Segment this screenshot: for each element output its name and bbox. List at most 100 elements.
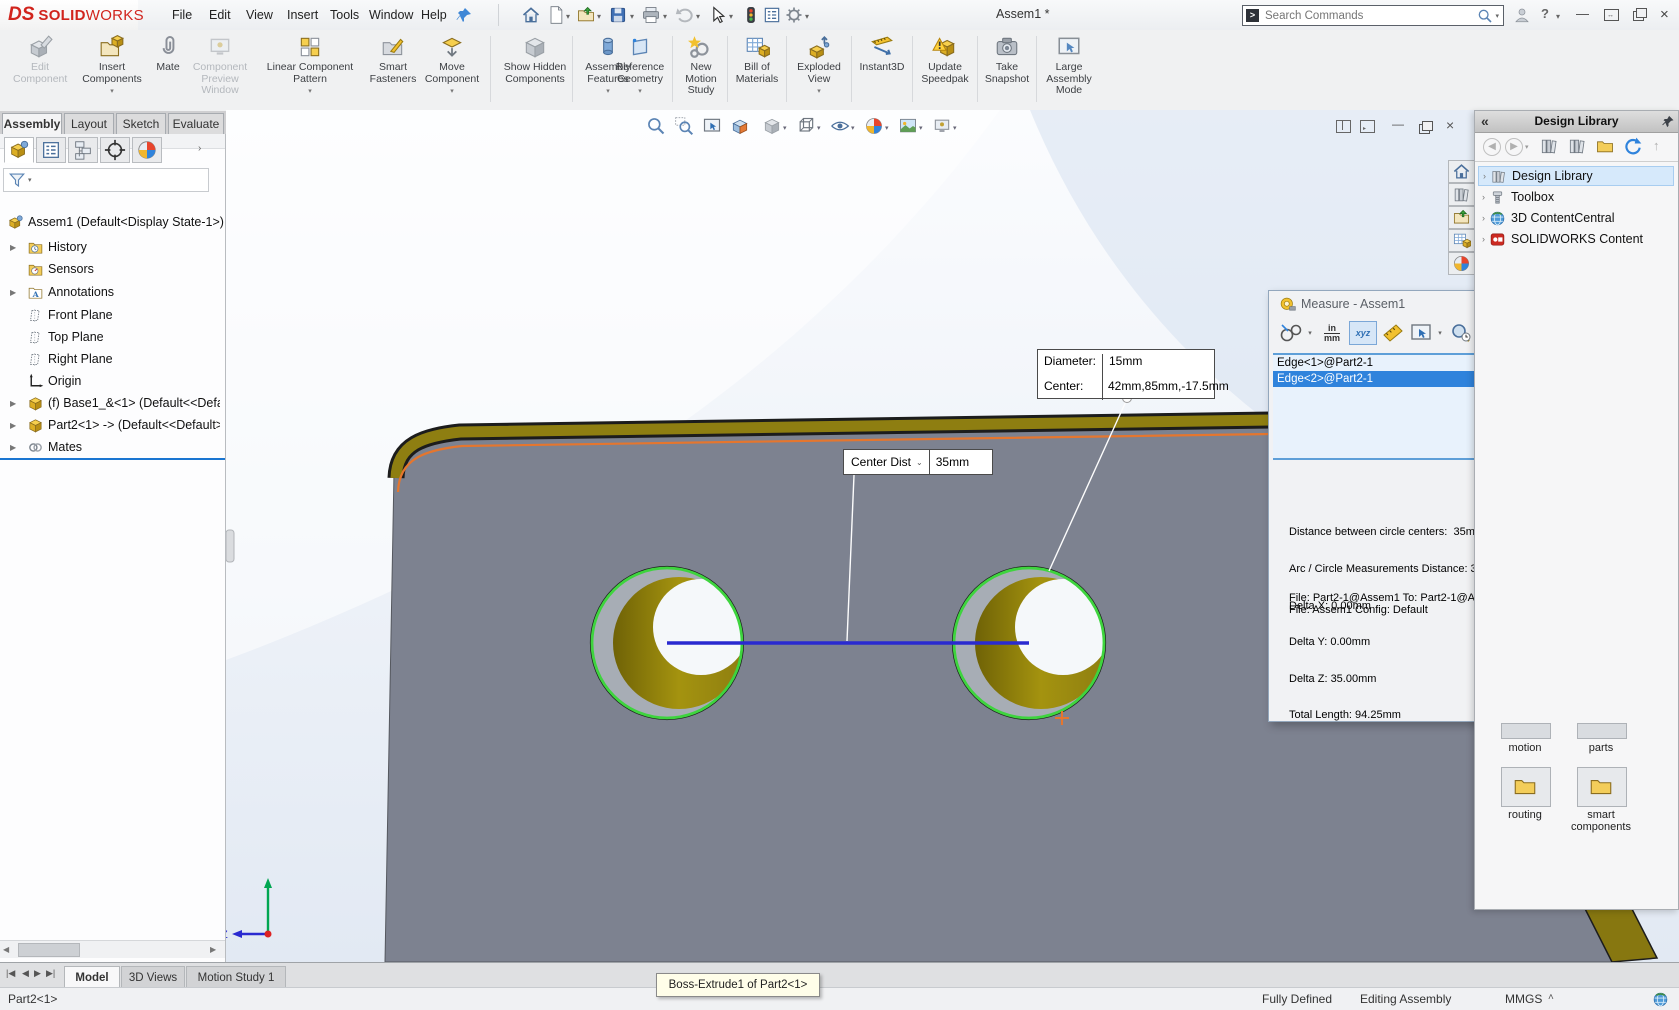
doc-minimize-icon[interactable]: — [1392,117,1404,131]
refresh-icon[interactable] [1623,136,1643,156]
menu-insert[interactable]: Insert [281,0,324,30]
thumbnail-parts[interactable] [1577,723,1627,739]
measurement-history-icon[interactable] [1449,321,1473,345]
ribbon-bill-of-materials[interactable]: Bill of Materials [732,34,782,85]
view-settings-caret[interactable]: ▾ [953,124,957,132]
library-nav-caret[interactable]: ▾ [1525,143,1529,151]
configurationmanager-tab[interactable] [68,137,98,163]
tab-nav-last[interactable]: ▶| [46,968,55,979]
open-caret[interactable]: ▾ [597,12,601,21]
menu-tools[interactable]: Tools [324,0,365,30]
status-units[interactable]: MMGS [1505,992,1542,1006]
tree-item-origin[interactable]: Origin [0,371,225,391]
dimxpertmanager-tab[interactable] [100,137,130,163]
thumbnail-label-parts[interactable]: parts [1565,742,1637,754]
show-xyz-measurements-button[interactable]: xyz [1349,321,1377,345]
ribbon-smart-fasteners[interactable]: Smart Fasteners [367,34,419,85]
hide-show-items-icon[interactable] [830,116,850,136]
ribbon-reference-geometry[interactable]: Reference Geometry ▾ [611,34,669,98]
ribbon-instant3d[interactable]: Instant3D [856,34,908,74]
thumbnail-motion[interactable] [1501,723,1551,739]
ribbon-take-snapshot[interactable]: Take Snapshot [982,34,1032,85]
tab-model[interactable]: Model [64,966,120,988]
ribbon-new-motion-study[interactable]: New Motion Study [678,34,724,97]
thumbnail-label-routing[interactable]: routing [1489,809,1561,821]
tab-assembly[interactable]: Assembly [2,113,62,134]
tree-item-mates[interactable]: ▶ Mates [0,437,225,457]
print-icon[interactable] [641,5,661,25]
pane-split-left-icon[interactable] [1336,120,1351,133]
window-expand-icon[interactable]: ↔ [1604,9,1619,21]
filter-caret[interactable]: ▾ [28,176,32,184]
tab-motion-study-1[interactable]: Motion Study 1 [186,966,286,988]
tree-filter-bar[interactable]: ▾ [3,168,209,192]
options-caret[interactable]: ▾ [805,12,809,21]
menu-window[interactable]: Window [363,0,419,30]
panel-splitter-handle[interactable] [226,530,234,562]
file-properties-icon[interactable] [762,5,782,25]
select-cursor-icon[interactable] [708,5,728,25]
tree-item-annotations[interactable]: ▶ Annotations [0,282,225,302]
tree-item-top-plane[interactable]: Top Plane [0,327,225,347]
rebuild-traffic-light-icon[interactable] [741,5,761,25]
thumbnail-routing[interactable] [1501,767,1551,807]
taskpane-design-library-tab[interactable] [1448,183,1475,206]
search-scope-icon[interactable]: > [1246,9,1259,22]
menu-file[interactable]: File [166,0,198,30]
filter-funnel-icon[interactable] [8,171,26,189]
create-new-folder-icon[interactable] [1595,136,1615,156]
projected-on-caret[interactable]: ▾ [1435,321,1445,345]
menu-edit[interactable]: Edit [203,0,237,30]
arc-measure-caret[interactable]: ▾ [1305,321,1315,345]
library-item-3d-contentcentral[interactable]: › 3D ContentCentral [1478,208,1674,228]
library-item-design-library[interactable]: › Design Library [1478,166,1674,186]
ribbon-large-assembly-mode[interactable]: Large Assembly Mode [1041,34,1097,97]
menu-help[interactable]: Help [415,0,453,30]
units-precision-button[interactable]: in mm [1319,321,1345,345]
panel-collapse-icon[interactable]: « [1481,111,1489,132]
panel-pin-icon[interactable] [1661,114,1676,129]
ribbon-exploded-view[interactable]: Exploded View ▾ [791,34,847,98]
search-commands-box[interactable]: > ▾ [1242,5,1504,26]
taskpane-home-tab[interactable] [1448,160,1475,183]
ribbon-move-component[interactable]: Move Component ▾ [424,34,480,98]
projected-on-icon[interactable] [1409,321,1433,345]
center-dist-callout[interactable]: Center Dist ⌄ 35mm [843,449,993,475]
add-file-location-icon[interactable] [1567,136,1587,156]
tab-3d-views[interactable]: 3D Views [121,966,185,988]
library-item-toolbox[interactable]: › Toolbox [1478,187,1674,207]
open-icon[interactable] [576,5,596,25]
options-gear-icon[interactable] [784,5,804,25]
tab-evaluate[interactable]: Evaluate [168,113,224,134]
window-restore-icon[interactable] [1633,11,1644,21]
new-document-caret[interactable]: ▾ [566,12,570,21]
library-item-solidworks-content[interactable]: › SOLIDWORKS Content [1478,229,1674,249]
thumbnail-label-motion[interactable]: motion [1489,742,1561,754]
point-to-point-ruler-icon[interactable] [1381,321,1405,345]
tree-root-assem1[interactable]: Assem1 (Default<Display State-1>) [0,212,225,232]
display-style-icon[interactable] [796,116,816,136]
pane-split-right-icon[interactable]: ▸ [1360,120,1375,133]
propertymanager-tab[interactable] [36,137,66,163]
window-close-icon[interactable]: × [1660,6,1669,23]
tab-nav-next[interactable]: ▶ [34,968,41,979]
new-document-icon[interactable] [546,5,566,25]
search-icon[interactable] [1477,8,1493,24]
scroll-right-arrow[interactable]: ▶ [210,945,216,954]
hide-show-caret[interactable]: ▾ [851,124,855,132]
taskpane-file-explorer-tab[interactable] [1448,206,1475,229]
help-icon[interactable]: ? [1541,6,1549,21]
tree-item-front-plane[interactable]: Front Plane [0,305,225,325]
ribbon-linear-component-pattern[interactable]: Linear Component Pattern ▾ [265,34,355,98]
menu-view[interactable]: View [240,0,279,30]
displaymanager-tab[interactable] [132,137,162,163]
panel-tabs-overflow[interactable]: › [198,143,201,154]
save-icon[interactable] [608,5,628,25]
taskpane-view-palette-tab[interactable] [1448,229,1475,252]
design-library-header[interactable]: « Design Library [1475,111,1678,133]
tree-item-sensors[interactable]: Sensors [0,259,225,279]
status-units-caret[interactable]: ˄ [1548,992,1554,1003]
zoom-to-fit-icon[interactable] [646,116,666,136]
add-to-library-icon[interactable] [1539,136,1559,156]
ribbon-mate[interactable]: Mate [150,34,186,74]
